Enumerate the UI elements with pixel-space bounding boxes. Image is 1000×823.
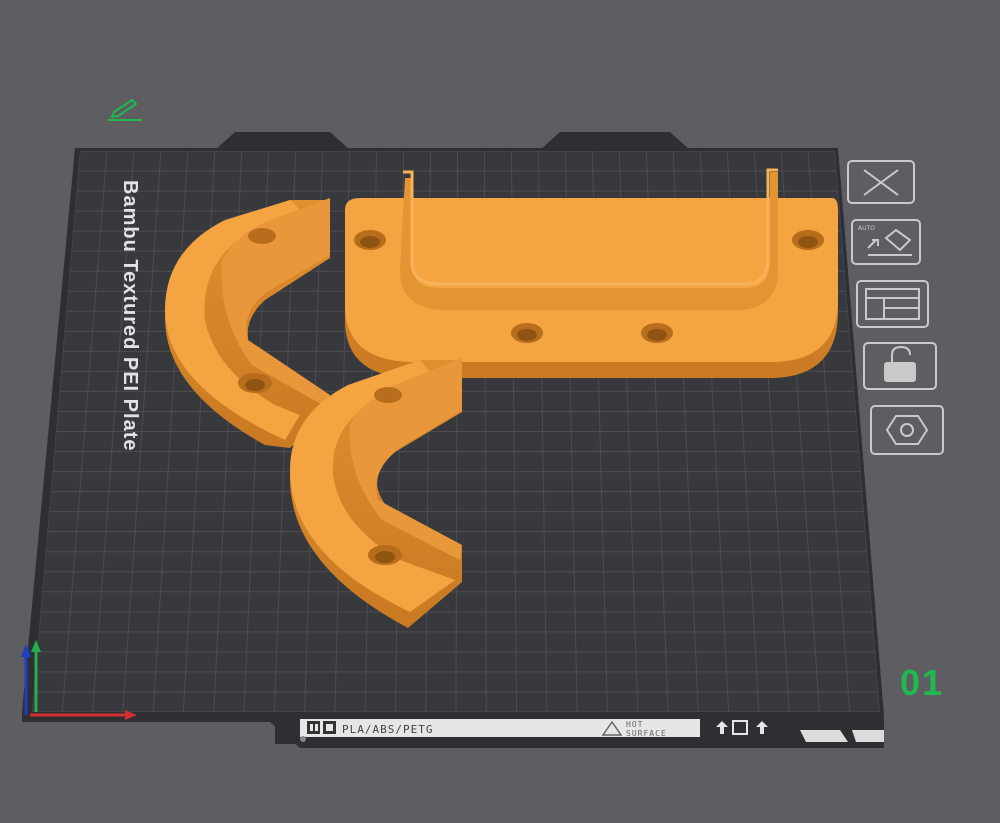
hot-surface-line1: HOT xyxy=(626,720,643,729)
delete-plate-button[interactable] xyxy=(847,160,915,204)
auto-orient-button[interactable]: AUTO xyxy=(851,219,921,265)
auto-label: AUTO xyxy=(858,225,875,232)
plate-material-strip: PLA/ABS/PETG HOT SURFACE xyxy=(275,716,770,744)
3d-viewport[interactable]: Bambu Textured PEI Plate PLA/ABS/PETG HO… xyxy=(0,0,1000,823)
edit-plate-name-button[interactable] xyxy=(106,94,146,124)
plate-toolbar: AUTO xyxy=(847,160,944,455)
plate-number[interactable]: 01 xyxy=(900,662,944,704)
model-u-bracket[interactable] xyxy=(345,168,838,378)
arrange-button[interactable] xyxy=(856,280,929,328)
hot-surface-line2: SURFACE xyxy=(626,729,667,738)
plate-name-label: Bambu Textured PEI Plate xyxy=(119,180,141,451)
plate-settings-button[interactable] xyxy=(870,405,944,455)
lock-button[interactable] xyxy=(863,342,937,390)
material-label: PLA/ABS/PETG xyxy=(342,723,433,736)
pencil-icon xyxy=(108,98,142,121)
